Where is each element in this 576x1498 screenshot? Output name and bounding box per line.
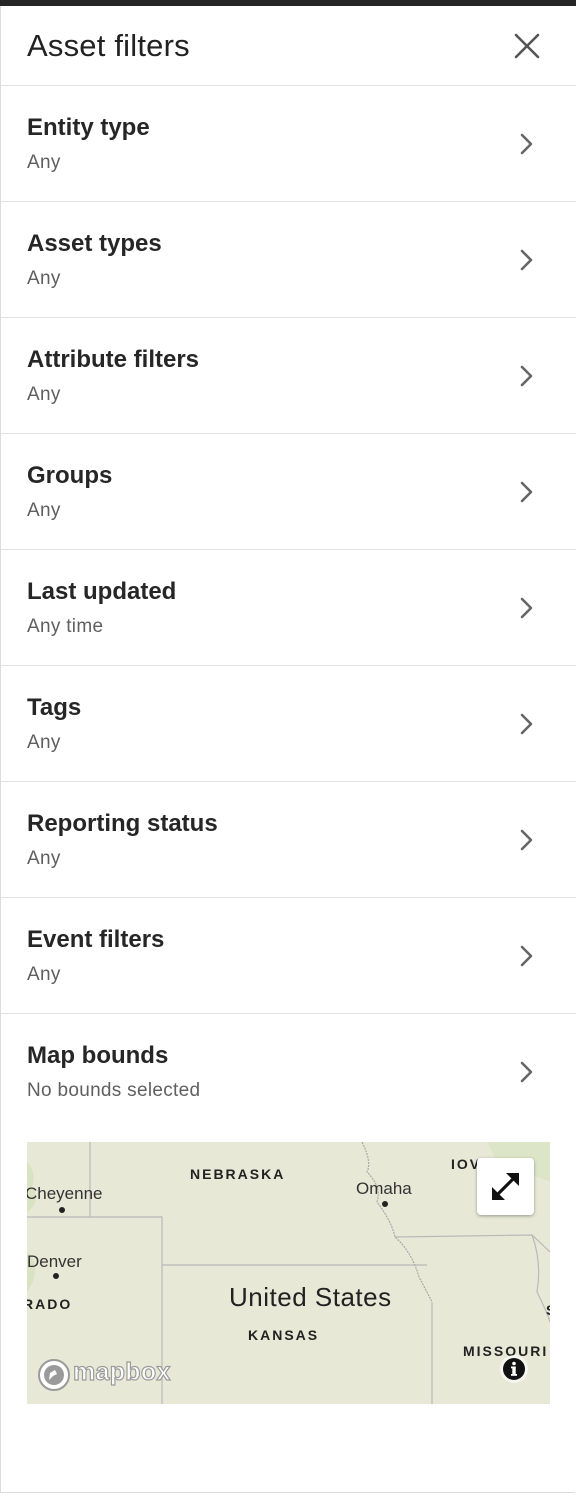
chevron-right-icon <box>520 365 533 387</box>
filter-row-groups[interactable]: Groups Any <box>1 434 576 550</box>
expand-map-button[interactable] <box>477 1158 534 1215</box>
map-label-denver: Denver <box>27 1252 82 1271</box>
filter-label: Tags <box>27 694 82 721</box>
chevron-right-icon <box>520 945 533 967</box>
chevron-right-icon <box>520 1061 533 1083</box>
filter-row-map-bounds[interactable]: Map bounds No bounds selected <box>1 1014 576 1130</box>
expand-icon <box>492 1173 519 1200</box>
panel-header: Asset filters <box>1 6 576 86</box>
map-label-kansas: KANSAS <box>248 1327 320 1343</box>
filter-label: Entity type <box>27 114 150 141</box>
info-icon <box>500 1355 528 1383</box>
chevron-right-icon <box>520 829 533 851</box>
filter-value: Any time <box>27 616 104 637</box>
chevron-right-icon <box>520 249 533 271</box>
chevron-right-icon <box>520 481 533 503</box>
map-label-cheyenne: Cheyenne <box>27 1184 103 1203</box>
asset-filters-panel: Asset filters Entity type Any Asset type… <box>0 6 576 1493</box>
filter-value: No bounds selected <box>27 1080 201 1101</box>
filter-value: Any <box>27 152 61 173</box>
filter-value: Any <box>27 268 61 289</box>
mapbox-wordmark: mapbox <box>72 1357 171 1386</box>
map-label-edge: S <box>546 1302 550 1318</box>
map-label-colorado: RADO <box>27 1296 73 1312</box>
chevron-right-icon <box>520 597 533 619</box>
map-label-united-states: United States <box>229 1282 392 1312</box>
mapbox-logo-mark <box>38 1359 70 1391</box>
filter-list: Entity type Any Asset types Any Attribut… <box>1 86 576 1130</box>
filter-label: Event filters <box>27 926 165 953</box>
chevron-right-icon <box>520 133 533 155</box>
panel-title: Asset filters <box>27 28 190 63</box>
chevron-right-icon <box>520 713 533 735</box>
filter-row-attribute-filters[interactable]: Attribute filters Any <box>1 318 576 434</box>
filter-label: Map bounds <box>27 1042 169 1069</box>
mapbox-logo[interactable]: mapbox <box>37 1357 187 1392</box>
filter-label: Attribute filters <box>27 346 200 373</box>
filter-row-event-filters[interactable]: Event filters Any <box>1 898 576 1014</box>
filter-row-tags[interactable]: Tags Any <box>1 666 576 782</box>
close-icon <box>514 33 540 59</box>
filter-row-asset-types[interactable]: Asset types Any <box>1 202 576 318</box>
filter-label: Last updated <box>27 578 177 605</box>
filter-row-last-updated[interactable]: Last updated Any time <box>1 550 576 666</box>
map-label-nebraska: NEBRASKA <box>190 1166 286 1182</box>
map-info-button[interactable] <box>499 1354 529 1384</box>
filter-label: Asset types <box>27 230 162 257</box>
map-preview[interactable]: NEBRASKA IOV Cheyenne Omaha Denver RADO … <box>27 1142 550 1404</box>
filter-value: Any <box>27 964 61 985</box>
filter-row-reporting-status[interactable]: Reporting status Any <box>1 782 576 898</box>
filter-value: Any <box>27 500 61 521</box>
close-button[interactable] <box>507 28 547 68</box>
filter-value: Any <box>27 732 61 753</box>
filter-value: Any <box>27 848 61 869</box>
filter-label: Reporting status <box>27 810 218 837</box>
filter-label: Groups <box>27 462 113 489</box>
filter-value: Any <box>27 384 61 405</box>
map-label-omaha: Omaha <box>356 1179 412 1198</box>
filter-row-entity-type[interactable]: Entity type Any <box>1 86 576 202</box>
